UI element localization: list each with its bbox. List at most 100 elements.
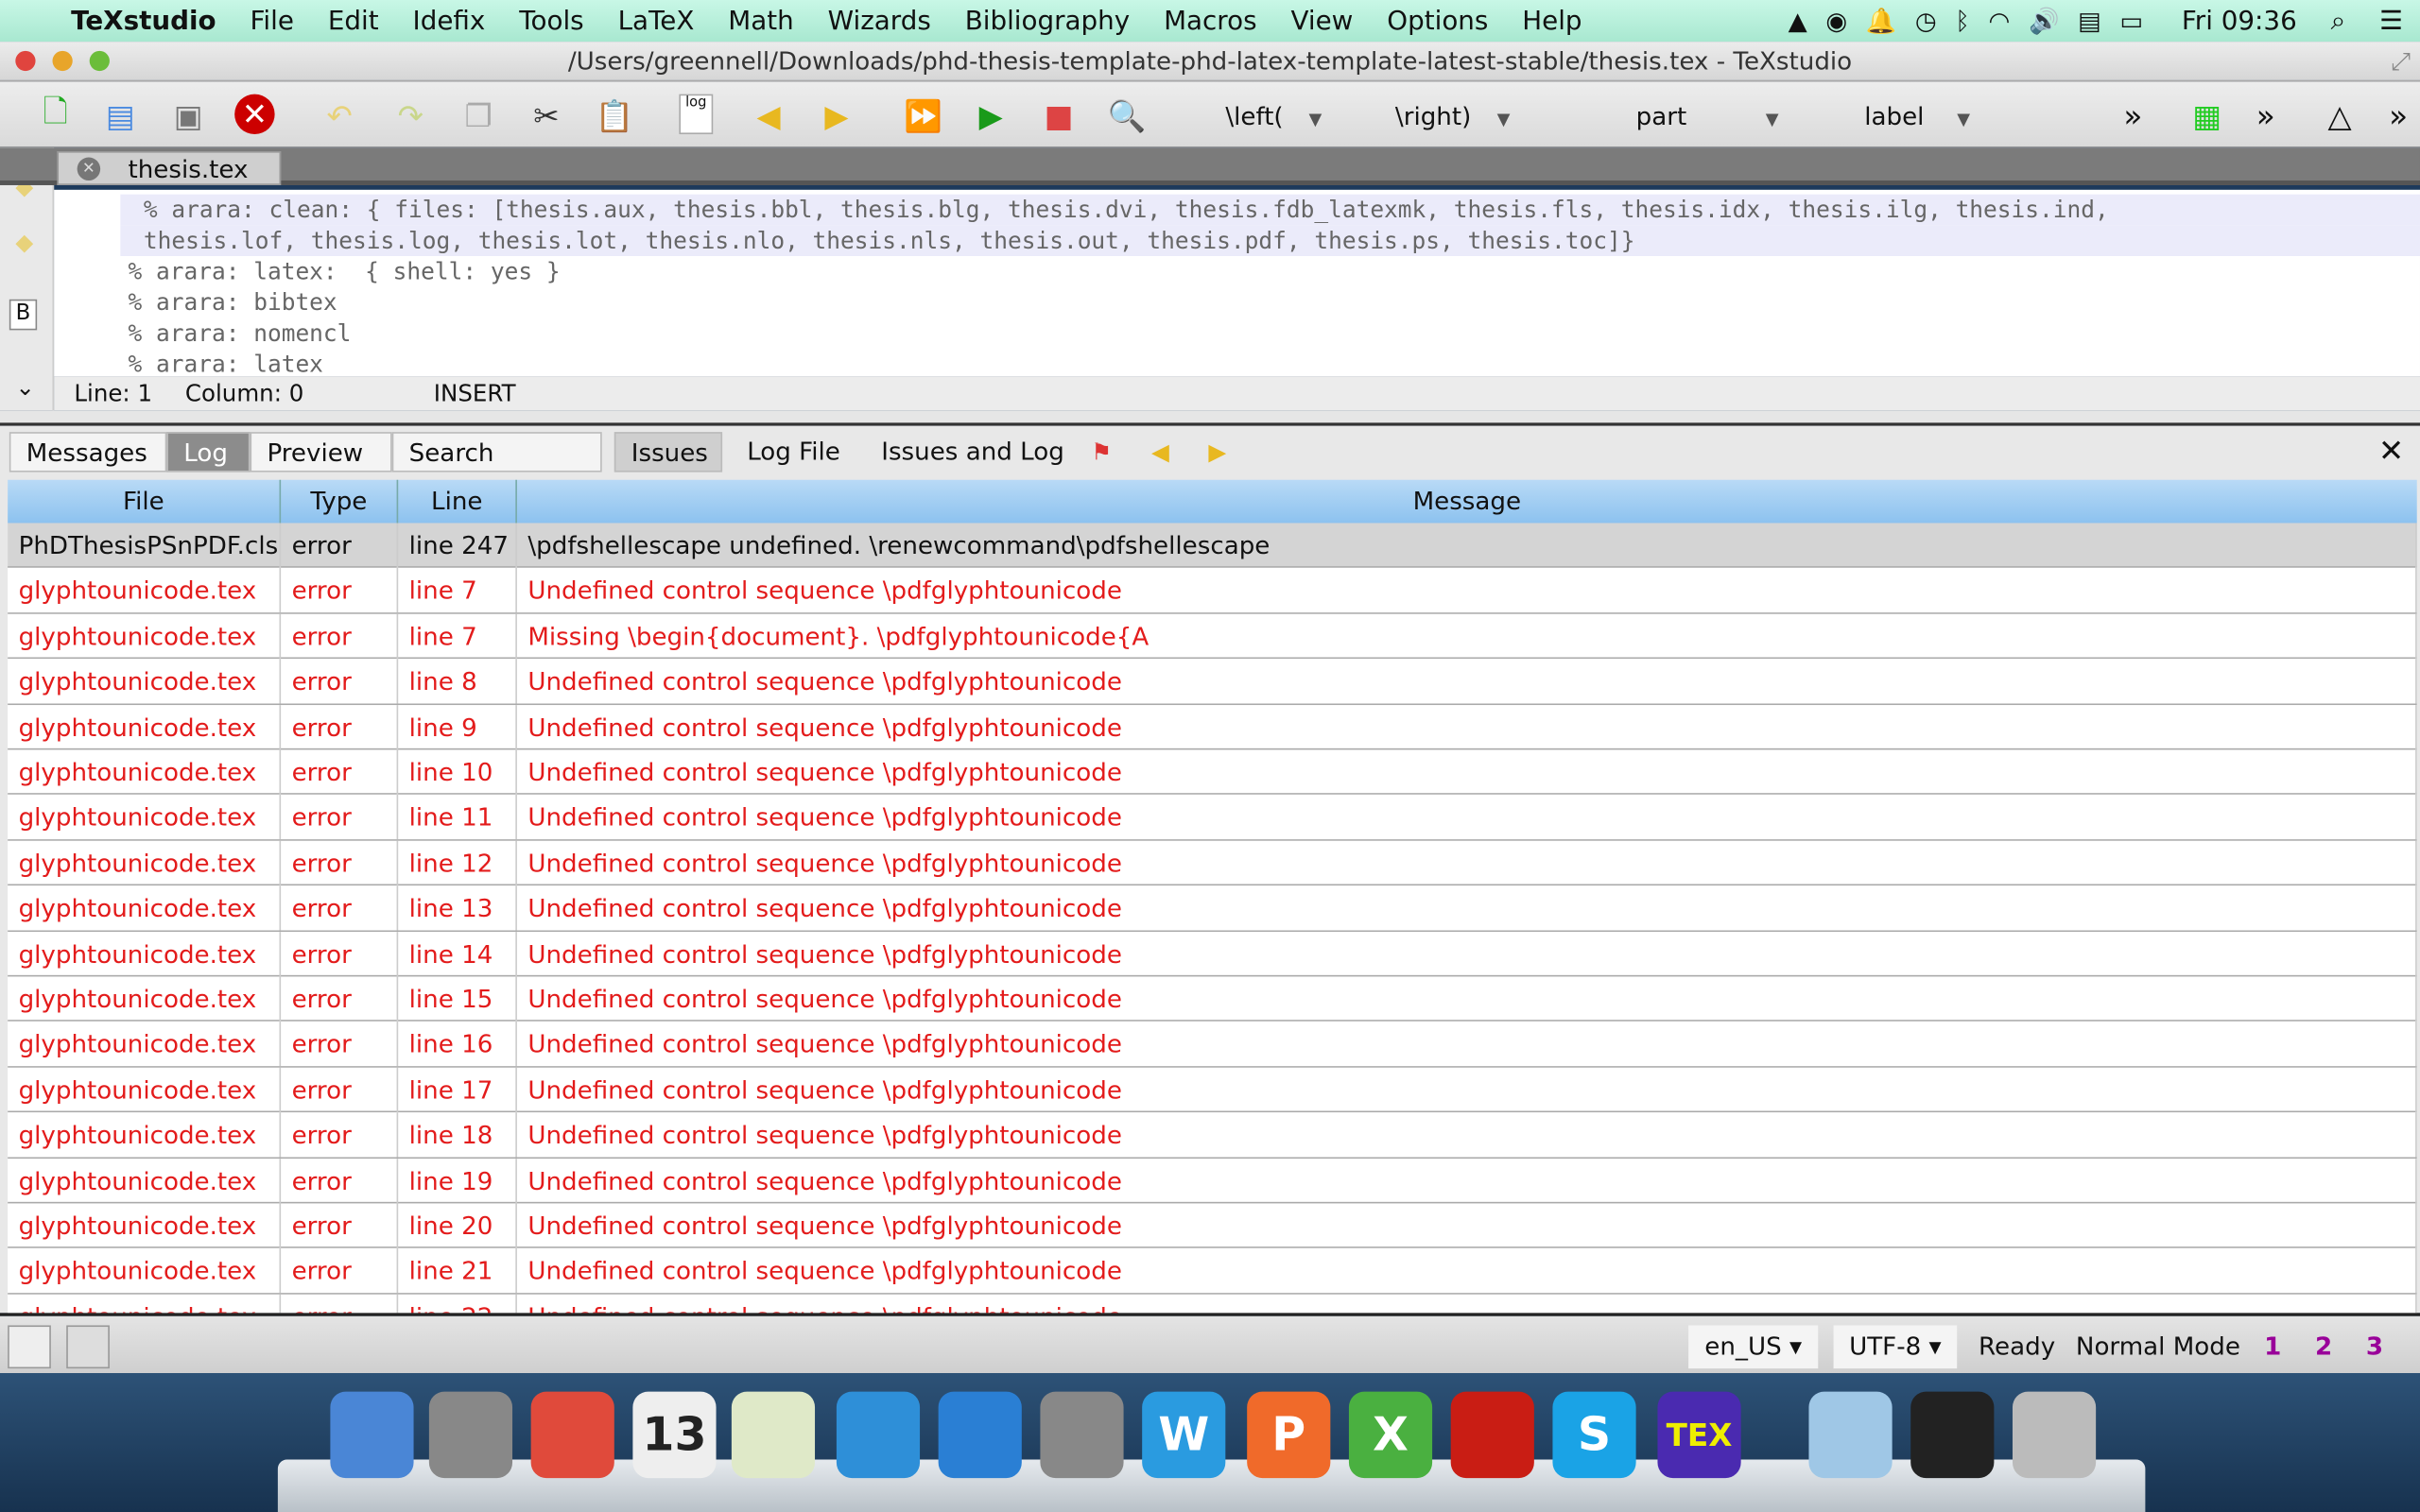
us-flag-icon[interactable]: ▤ — [2078, 7, 2101, 36]
menu-bibliography[interactable]: Bibliography — [948, 6, 1147, 37]
fullscreen-icon[interactable]: ⤢ — [2391, 42, 2411, 81]
chrome-icon[interactable] — [530, 1391, 614, 1479]
new-file-icon[interactable]: 🗋 — [34, 93, 78, 138]
next-error-icon[interactable]: ▶ — [815, 94, 858, 138]
zoom-window-button[interactable] — [89, 50, 110, 72]
menu-wizards[interactable]: Wizards — [811, 6, 948, 37]
right-delimiter-combo[interactable]: \right) ▼ — [1395, 97, 1511, 134]
table-row[interactable]: glyphtounicode.tex error line 18 Undefined … — [8, 1112, 2417, 1159]
notification-bell-icon[interactable]: 🔔 — [1866, 7, 1897, 36]
documents-folder-icon[interactable] — [1808, 1391, 1893, 1479]
table-row[interactable]: glyphtounicode.tex error line 13 Undefined … — [8, 885, 2417, 932]
close-panel-icon[interactable]: ✕ — [2378, 432, 2404, 469]
tab-issues-and-log[interactable]: Issues and Log — [866, 432, 1080, 472]
cut-icon[interactable]: ✂ — [525, 94, 568, 138]
powerpoint-icon[interactable]: P — [1247, 1391, 1331, 1479]
table-row[interactable]: glyphtounicode.tex error line 10 Undefined … — [8, 749, 2417, 796]
tab-thesis-tex[interactable]: ✕ thesis.tex — [57, 150, 282, 185]
language-selector[interactable]: en_US ▾ — [1688, 1325, 1819, 1369]
tab-issues[interactable]: Issues — [614, 432, 723, 472]
minimize-window-button[interactable] — [52, 50, 73, 72]
reference-combo[interactable]: label ▼ — [1864, 97, 1970, 134]
table-row[interactable]: glyphtounicode.tex error line 11 Undefined … — [8, 795, 2417, 841]
texshop-icon[interactable]: TEX — [1657, 1391, 1741, 1479]
downloads-stack-icon[interactable] — [1910, 1391, 1995, 1479]
menu-edit[interactable]: Edit — [311, 6, 396, 37]
volume-icon[interactable]: 🔊 — [2029, 7, 2060, 36]
bookmark-2-icon[interactable]: 2 — [2315, 1325, 2332, 1368]
battery-icon[interactable]: ▭ — [2119, 7, 2143, 36]
itunes-icon[interactable] — [836, 1391, 921, 1479]
table-row[interactable]: glyphtounicode.tex error line 9 Undefined c… — [8, 704, 2417, 750]
table-row[interactable]: glyphtounicode.tex error line 17 Undefined … — [8, 1067, 2417, 1113]
launchpad-icon[interactable] — [428, 1391, 513, 1479]
expand-icon[interactable]: ⌄ — [15, 373, 35, 401]
copy-icon[interactable]: ❐ — [457, 94, 500, 138]
table-icon[interactable]: ▦ — [2186, 94, 2229, 138]
table-row[interactable]: glyphtounicode.tex error line 15 Undefined … — [8, 976, 2417, 1022]
left-delimiter-combo[interactable]: \left(▼ — [1225, 97, 1322, 134]
show-errors-icon[interactable]: ⚑ — [1091, 438, 1112, 466]
structure-combo[interactable]: part ▼ — [1636, 97, 1779, 134]
column-type[interactable]: Type — [281, 479, 399, 524]
bookmark-3-icon[interactable]: 3 — [2366, 1325, 2383, 1368]
tab-log-file[interactable]: Log File — [732, 432, 856, 472]
toolbar-overflow-icon[interactable]: » — [2244, 94, 2288, 138]
stop-compile-icon[interactable]: ■ — [1037, 94, 1080, 138]
view-log-icon[interactable]: log — [679, 94, 714, 135]
column-message[interactable]: Message — [517, 480, 2417, 524]
table-row[interactable]: glyphtounicode.tex error line 19 Undefined … — [8, 1158, 2417, 1204]
open-file-icon[interactable]: ▤ — [98, 94, 142, 138]
menu-help[interactable]: Help — [1505, 6, 1599, 37]
menu-file[interactable]: File — [233, 6, 311, 37]
maps-icon[interactable] — [731, 1391, 816, 1479]
tab-preview[interactable]: Preview — [250, 432, 392, 472]
paste-icon[interactable]: 📋 — [593, 94, 636, 138]
menu-macros[interactable]: Macros — [1147, 6, 1273, 37]
word-icon[interactable]: W — [1142, 1391, 1226, 1479]
compile-icon[interactable]: ▶ — [969, 94, 1012, 138]
previous-error-icon[interactable]: ◀ — [747, 94, 790, 138]
google-drive-icon[interactable]: ▲ — [1789, 7, 1807, 36]
table-row[interactable]: glyphtounicode.tex error line 7 Undefined c… — [8, 568, 2417, 614]
build-and-view-icon[interactable]: ⏩ — [901, 94, 944, 138]
tab-messages[interactable]: Messages — [9, 432, 167, 472]
panel-splitter[interactable] — [0, 410, 2420, 426]
trash-icon[interactable] — [2012, 1391, 2097, 1479]
table-row[interactable]: PhDThesisPSnPDF.cls error line 247 \pdfshel… — [8, 523, 2417, 569]
circle-app-icon[interactable]: ◉ — [1825, 7, 1847, 36]
column-line[interactable]: Line — [398, 479, 517, 524]
wifi-icon[interactable]: ◠ — [1989, 7, 2011, 36]
menu-options[interactable]: Options — [1370, 6, 1505, 37]
time-machine-icon[interactable]: ◷ — [1915, 7, 1937, 36]
bookmark-button[interactable]: B — [9, 299, 38, 331]
menu-app-name[interactable]: TeXstudio — [54, 6, 233, 37]
toggle-messages-icon[interactable] — [66, 1325, 110, 1369]
forward-icon[interactable]: ◆ — [15, 229, 33, 256]
save-icon[interactable]: ▣ — [166, 94, 210, 138]
acrobat-icon[interactable] — [1450, 1391, 1534, 1479]
toggle-structure-icon[interactable] — [8, 1325, 51, 1369]
finder-icon[interactable] — [330, 1391, 414, 1479]
spotlight-search-icon[interactable]: ⌕ — [2314, 6, 2362, 37]
column-file[interactable]: File — [8, 479, 282, 524]
excel-icon[interactable]: X — [1348, 1391, 1433, 1479]
tab-search-results[interactable]: Search Results — [391, 432, 602, 507]
app-store-icon[interactable] — [938, 1391, 1022, 1479]
close-window-button[interactable] — [15, 50, 36, 72]
table-row[interactable]: glyphtounicode.tex error line 20 Undefined … — [8, 1203, 2417, 1249]
bluetooth-icon[interactable]: ᛒ — [1955, 7, 1970, 36]
close-tab-icon[interactable]: ✕ — [77, 157, 101, 181]
previous-issue-icon[interactable]: ◀ — [1151, 438, 1169, 466]
toolbar-overflow-icon[interactable]: » — [2377, 94, 2420, 138]
system-preferences-icon[interactable] — [1040, 1391, 1124, 1479]
math-icon[interactable]: △ — [2318, 94, 2361, 138]
table-row[interactable]: glyphtounicode.tex error line 7 Missing \be… — [8, 613, 2417, 660]
table-row[interactable]: glyphtounicode.tex error line 14 Undefined … — [8, 931, 2417, 977]
menu-math[interactable]: Math — [711, 6, 810, 37]
table-row[interactable]: glyphtounicode.tex error line 8 Undefined c… — [8, 659, 2417, 705]
close-file-icon[interactable]: ✕ — [234, 94, 275, 135]
table-row[interactable]: glyphtounicode.tex error line 21 Undefined … — [8, 1248, 2417, 1295]
redo-icon[interactable]: ↷ — [389, 94, 432, 138]
menu-tools[interactable]: Tools — [502, 6, 600, 37]
